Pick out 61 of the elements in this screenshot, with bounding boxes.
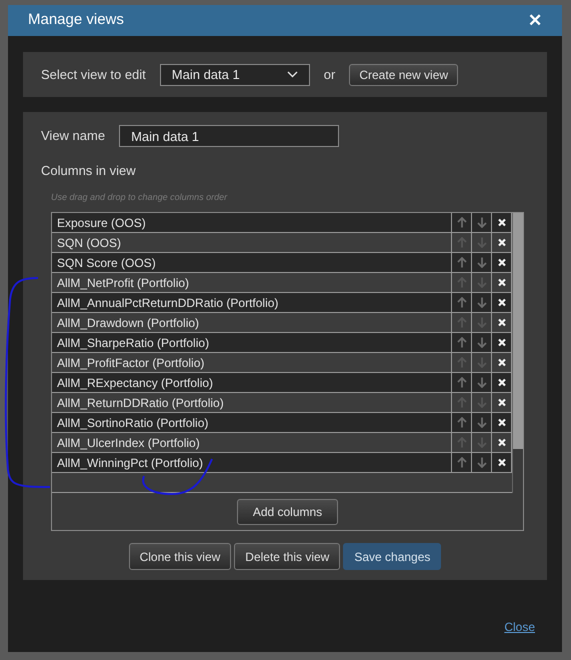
arrow-up-icon [456, 297, 466, 308]
arrow-down-icon [476, 357, 486, 368]
arrow-down-icon [476, 257, 486, 268]
arrow-down-icon [476, 337, 486, 348]
action-button[interactable]: Save changes [343, 543, 442, 570]
remove-icon [496, 317, 506, 328]
arrow-down-icon [476, 217, 486, 228]
remove-icon [496, 377, 506, 388]
field-label: View name [41, 127, 106, 146]
section-label: Columns in view [41, 162, 136, 180]
remove-icon [496, 357, 506, 368]
close-button[interactable]: ✕ [528, 12, 542, 29]
arrow-down-icon [476, 317, 486, 328]
remove-icon [496, 457, 506, 468]
column-name[interactable]: AllM_UlcerIndex (Portfolio) [52, 433, 452, 452]
remove-icon [496, 337, 506, 348]
arrow-down-icon [476, 457, 486, 468]
arrow-down-icon [476, 437, 486, 448]
column-name[interactable]: SQN (OOS) [52, 233, 452, 252]
close-link[interactable]: Close [504, 618, 535, 636]
arrow-up-icon [456, 217, 466, 228]
arrow-up-icon [456, 257, 466, 268]
arrow-down-icon [476, 277, 486, 288]
remove-icon [496, 237, 506, 248]
arrow-up-icon [456, 457, 466, 468]
arrow-up-icon [456, 437, 466, 448]
remove-icon [496, 397, 506, 408]
create-view-button[interactable]: Create new view [349, 64, 458, 86]
arrow-down-icon [476, 377, 486, 388]
window-title: Manage views [28, 10, 124, 30]
column-name[interactable]: AllM_ProfitFactor (Portfolio) [52, 353, 452, 372]
view-name-input[interactable]: Main data 1 [119, 125, 340, 147]
arrow-up-icon [456, 317, 466, 328]
remove-icon [496, 437, 506, 448]
arrow-down-icon [476, 237, 486, 248]
hint-text: Use drag and drop to change columns order [51, 190, 228, 204]
arrow-up-icon [456, 357, 466, 368]
action-button[interactable]: Clone this view [128, 543, 232, 570]
arrow-up-icon [456, 417, 466, 428]
arrow-up-icon [456, 337, 466, 348]
column-name[interactable]: AllM_Drawdown (Portfolio) [52, 313, 452, 332]
action-button[interactable]: Delete this view [234, 543, 340, 570]
arrow-up-icon [456, 237, 466, 248]
arrow-up-icon [456, 377, 466, 388]
column-name[interactable]: AllM_ReturnDDRatio (Portfolio) [52, 393, 452, 412]
remove-icon [496, 217, 506, 228]
column-name[interactable]: AllM_NetProfit (Portfolio) [52, 273, 452, 292]
arrow-down-icon [476, 397, 486, 408]
arrow-up-icon [456, 397, 466, 408]
arrow-down-icon [476, 417, 486, 428]
remove-icon [496, 297, 506, 308]
arrow-up-icon [456, 277, 466, 288]
view-dropdown[interactable]: Main data 1 [160, 64, 310, 86]
chevron-down-icon [286, 71, 298, 78]
field-label: Select view to edit [41, 66, 146, 84]
remove-icon [496, 417, 506, 428]
remove-icon [496, 277, 506, 288]
arrow-down-icon [476, 297, 486, 308]
or-text: or [324, 66, 336, 84]
remove-icon [496, 257, 506, 268]
add-columns-button[interactable]: Add columns [236, 498, 338, 524]
